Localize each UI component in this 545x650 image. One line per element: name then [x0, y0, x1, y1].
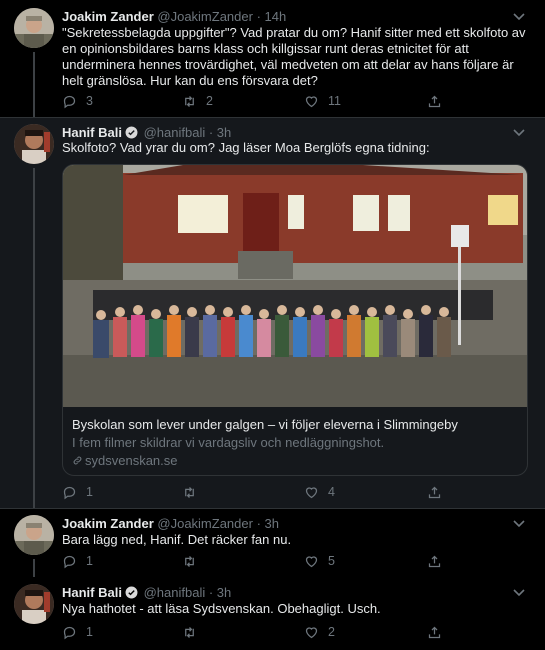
- share-button[interactable]: [427, 624, 442, 640]
- author-handle[interactable]: @JoakimZander: [157, 9, 253, 24]
- tweet-header: Hanif Bali @hanifbali · 3h: [62, 585, 231, 601]
- author-name[interactable]: Joakim Zander: [62, 9, 154, 24]
- share-icon: [428, 555, 441, 567]
- reply-icon: [63, 95, 76, 108]
- chevron-down-icon[interactable]: [513, 13, 525, 21]
- reply-button[interactable]: 1: [62, 484, 93, 500]
- share-icon: [428, 626, 441, 638]
- reply-icon: [63, 555, 76, 568]
- link-card-domain: sydsvenskan.se: [72, 453, 178, 468]
- link-card-title: Byskolan som lever under galgen – vi föl…: [72, 417, 458, 432]
- author-name[interactable]: Hanif Bali: [62, 585, 122, 600]
- tweet-text: Bara lägg ned, Hanif. Det räcker fan nu.: [62, 532, 292, 547]
- tweet-text: "Sekretessbelagda uppgifter"? Vad pratar…: [62, 25, 526, 88]
- verified-badge-icon: [125, 126, 138, 139]
- tweet-header: Joakim Zander @JoakimZander · 14h: [62, 9, 286, 25]
- tweet-text: Skolfoto? Vad yrar du om? Jag läser Moa …: [62, 140, 430, 155]
- like-button[interactable]: 11: [304, 93, 341, 109]
- author-name[interactable]: Hanif Bali: [62, 125, 122, 140]
- tweet-actions: 1 2: [62, 624, 462, 640]
- tweet[interactable]: Joakim Zander @JoakimZander · 3h Bara lä…: [0, 509, 545, 577]
- author-handle[interactable]: @JoakimZander: [157, 516, 253, 531]
- thread-line: [33, 168, 35, 508]
- tweet-header: Hanif Bali @hanifbali · 3h: [62, 125, 231, 141]
- link-card-domain-text: sydsvenskan.se: [85, 453, 178, 468]
- heart-icon: [305, 95, 318, 107]
- share-button[interactable]: [427, 553, 442, 569]
- share-icon: [428, 486, 441, 498]
- avatar[interactable]: [14, 8, 54, 48]
- reply-count: 1: [86, 625, 93, 639]
- reply-count: 1: [86, 485, 93, 499]
- tweet-text: Nya hathotet - att läsa Sydsvenskan. Obe…: [62, 601, 381, 616]
- author-name[interactable]: Joakim Zander: [62, 516, 154, 531]
- thread-line: [33, 559, 35, 577]
- tweet[interactable]: Hanif Bali @hanifbali · 3h Skolfoto? Vad…: [0, 118, 545, 508]
- tweet-header: Joakim Zander @JoakimZander · 3h: [62, 516, 279, 532]
- link-card-image: [63, 165, 527, 407]
- like-count: 4: [328, 485, 335, 499]
- verified-badge-icon: [125, 586, 138, 599]
- chevron-down-icon[interactable]: [513, 129, 525, 137]
- timestamp[interactable]: · 3h: [209, 585, 231, 600]
- reply-count: 3: [86, 94, 93, 108]
- retweet-button[interactable]: [182, 484, 206, 500]
- chevron-down-icon[interactable]: [513, 589, 525, 597]
- reply-icon: [63, 626, 76, 639]
- tweet-actions: 1 5: [62, 553, 462, 569]
- retweet-button[interactable]: 2: [182, 93, 213, 109]
- heart-icon: [305, 555, 318, 567]
- like-count: 11: [328, 94, 341, 108]
- share-button[interactable]: [427, 93, 442, 109]
- timestamp[interactable]: · 3h: [209, 125, 231, 140]
- tweet-actions: 3 2 11: [62, 93, 462, 109]
- reply-icon: [63, 486, 76, 499]
- reply-count: 1: [86, 554, 93, 568]
- retweet-button[interactable]: [182, 624, 206, 640]
- tweet-actions: 1 4: [62, 484, 462, 500]
- like-button[interactable]: 4: [304, 484, 335, 500]
- like-count: 2: [328, 625, 335, 639]
- author-handle[interactable]: @hanifbali: [144, 585, 206, 600]
- link-icon: [73, 456, 82, 465]
- link-card-description: I fem filmer skildrar vi vardagsliv och …: [72, 435, 385, 450]
- share-button[interactable]: [427, 484, 442, 500]
- reply-button[interactable]: 3: [62, 93, 93, 109]
- retweet-icon: [185, 555, 194, 567]
- author-handle[interactable]: @hanifbali: [144, 125, 206, 140]
- like-button[interactable]: 2: [304, 624, 335, 640]
- timestamp[interactable]: · 14h: [257, 9, 287, 24]
- retweet-button[interactable]: [182, 553, 206, 569]
- reply-button[interactable]: 1: [62, 624, 93, 640]
- retweet-icon: [185, 95, 194, 107]
- retweet-icon: [185, 486, 194, 498]
- timestamp[interactable]: · 3h: [257, 516, 279, 531]
- chevron-down-icon[interactable]: [513, 520, 525, 528]
- like-count: 5: [328, 554, 335, 568]
- retweet-icon: [185, 626, 194, 638]
- tweet[interactable]: Hanif Bali @hanifbali · 3h Nya hathotet …: [0, 578, 545, 650]
- heart-icon: [305, 626, 318, 638]
- avatar[interactable]: [14, 124, 54, 164]
- avatar[interactable]: [14, 584, 54, 624]
- heart-icon: [305, 486, 318, 498]
- avatar[interactable]: [14, 515, 54, 555]
- reply-button[interactable]: 1: [62, 553, 93, 569]
- tweet[interactable]: Joakim Zander @JoakimZander · 14h "Sekre…: [0, 0, 545, 118]
- link-card[interactable]: Byskolan som lever under galgen – vi föl…: [62, 164, 528, 476]
- retweet-count: 2: [206, 94, 213, 108]
- share-icon: [428, 95, 441, 107]
- like-button[interactable]: 5: [304, 553, 335, 569]
- thread-line: [33, 52, 35, 118]
